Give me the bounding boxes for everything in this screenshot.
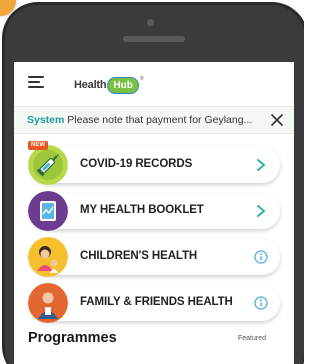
logo-text: Health: [74, 79, 107, 91]
notice-text: System Please note that payment for Geyl…: [27, 114, 267, 126]
chevron-right-icon: [254, 203, 268, 219]
camera-icon: [147, 19, 154, 26]
featured-label: Featured: [237, 335, 266, 342]
info-icon[interactable]: [254, 249, 268, 265]
card-label: CHILDREN'S HEALTH: [80, 250, 198, 262]
app-screen: Health Hub ® System Please note that pay…: [14, 62, 294, 364]
screenshot: Health Hub ® System Please note that pay…: [0, 0, 304, 364]
syringe-icon: [28, 145, 68, 185]
logo-badge: Hub: [107, 76, 139, 94]
card-label: MY HEALTH BOOKLET: [80, 204, 204, 216]
info-icon[interactable]: [254, 295, 268, 311]
card-label: COVID-19 RECORDS: [80, 158, 193, 170]
card-childrens-health[interactable]: CHILDREN'S HEALTH: [28, 237, 280, 277]
healthhub-logo[interactable]: Health Hub ®: [74, 74, 144, 96]
child-icon: [28, 237, 68, 277]
card-my-health-booklet[interactable]: MY HEALTH BOOKLET: [28, 191, 280, 231]
notice-message: Please note that payment for Geylang...: [64, 114, 253, 126]
new-badge: NEW: [28, 141, 48, 150]
programmes-heading: Programmes: [28, 330, 117, 346]
booklet-icon: [28, 191, 68, 231]
family-icon: [28, 283, 68, 323]
card-covid-19-records[interactable]: NEW COVID-19 RECORDS: [28, 141, 280, 185]
hamburger-menu-icon[interactable]: [28, 76, 44, 90]
chevron-right-icon: [254, 157, 268, 173]
logo-registered-mark: ®: [139, 76, 144, 82]
card-family-friends-health[interactable]: FAMILY & FRIENDS HEALTH: [28, 283, 280, 323]
app-header: Health Hub ®: [14, 62, 294, 104]
card-label: FAMILY & FRIENDS HEALTH: [80, 296, 233, 308]
close-icon[interactable]: [270, 113, 284, 127]
system-notice-banner[interactable]: System Please note that payment for Geyl…: [14, 106, 294, 134]
speaker-grille: [123, 36, 185, 42]
notice-label: System: [27, 114, 65, 126]
